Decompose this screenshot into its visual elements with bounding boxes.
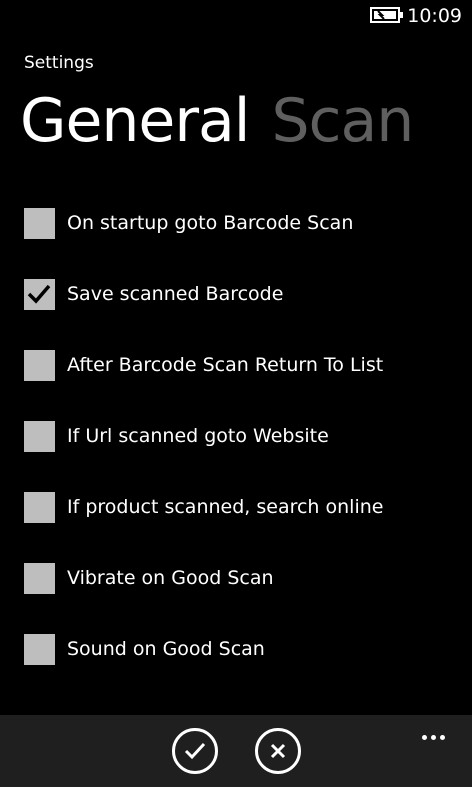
checkbox[interactable] (24, 634, 55, 665)
option-sound-good-scan[interactable]: Sound on Good Scan (24, 634, 464, 705)
app-bar (0, 715, 472, 787)
ok-button[interactable] (172, 728, 218, 774)
checkbox[interactable] (24, 208, 55, 239)
option-label: If Url scanned goto Website (67, 425, 329, 447)
option-label: Save scanned Barcode (67, 283, 284, 305)
status-bar: 10:09 (0, 0, 472, 32)
settings-options-list: On startup goto Barcode Scan Save scanne… (24, 208, 464, 705)
ellipsis-icon (440, 735, 445, 740)
check-icon (27, 284, 51, 304)
option-label: If product scanned, search online (67, 496, 384, 518)
app-title: Settings (24, 53, 94, 73)
option-save-scanned-barcode[interactable]: Save scanned Barcode (24, 279, 464, 350)
option-url-goto-website[interactable]: If Url scanned goto Website (24, 421, 464, 492)
ellipsis-icon (422, 735, 427, 740)
option-product-search-online[interactable]: If product scanned, search online (24, 492, 464, 563)
checkbox[interactable] (24, 350, 55, 381)
cancel-button[interactable] (255, 728, 301, 774)
more-options-button[interactable] (422, 725, 452, 740)
pivot-tab-general[interactable]: General (20, 84, 250, 158)
option-label: After Barcode Scan Return To List (67, 354, 384, 376)
option-label: Sound on Good Scan (67, 638, 265, 660)
option-vibrate-good-scan[interactable]: Vibrate on Good Scan (24, 563, 464, 634)
ellipsis-icon (431, 735, 436, 740)
option-startup-goto-scan[interactable]: On startup goto Barcode Scan (24, 208, 464, 279)
check-icon (184, 742, 206, 760)
close-icon (270, 743, 286, 759)
checkbox[interactable] (24, 563, 55, 594)
checkbox[interactable] (24, 421, 55, 452)
pivot-header: General Scan (20, 84, 414, 158)
pivot-tab-scan[interactable]: Scan (271, 84, 414, 158)
checkbox[interactable] (24, 279, 55, 310)
option-return-to-list[interactable]: After Barcode Scan Return To List (24, 350, 464, 421)
battery-charging-icon (370, 7, 403, 23)
option-label: On startup goto Barcode Scan (67, 212, 354, 234)
status-time: 10:09 (407, 5, 462, 27)
checkbox[interactable] (24, 492, 55, 523)
option-label: Vibrate on Good Scan (67, 567, 274, 589)
